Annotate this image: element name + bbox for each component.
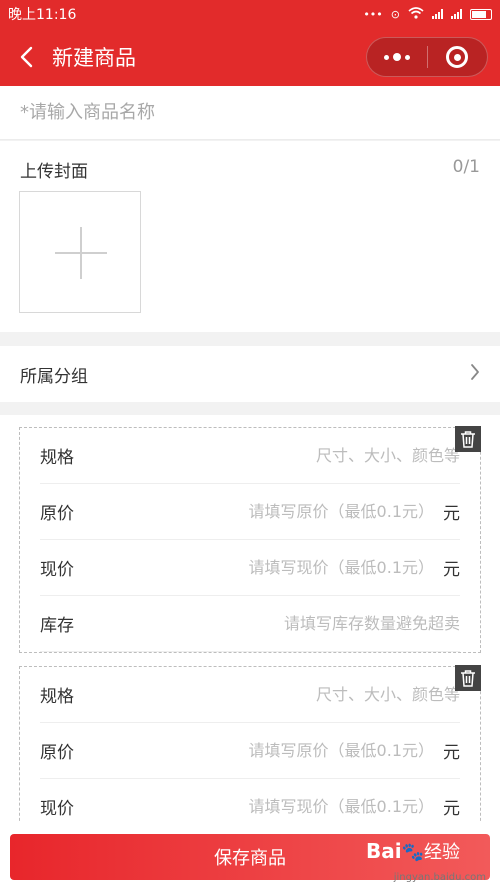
close-target-icon <box>446 46 469 68</box>
spec-input[interactable] <box>100 446 460 465</box>
status-icons: ••• ⊙ <box>363 6 492 22</box>
stock-input[interactable] <box>100 614 460 633</box>
spec-row: 规格 <box>40 428 460 484</box>
status-bar: 晚上11:16 ••• ⊙ <box>0 0 500 28</box>
spec-card: 规格 原价 元 现价 元 库存 <box>19 426 481 653</box>
bottom-bar: 保存商品 Bai🐾经验 jingyan.baidu.com <box>0 822 500 889</box>
status-time: 晚上11:16 <box>8 7 77 23</box>
nav-bar: 新建商品 <box>0 28 500 86</box>
plus-icon <box>55 227 107 279</box>
watermark-brand: Bai <box>365 839 402 863</box>
sync-icon: ⊙ <box>390 7 400 21</box>
cover-label: 上传封面 <box>20 162 88 182</box>
original-price-unit: 元 <box>443 504 460 524</box>
cover-upload-button[interactable] <box>19 191 141 313</box>
group-row[interactable]: 所属分组 <box>0 346 500 402</box>
current-price-label: 现价 <box>40 560 74 580</box>
chevron-right-icon <box>470 363 480 385</box>
back-arrow-icon[interactable] <box>6 28 46 86</box>
spec-row: 规格 <box>40 667 460 723</box>
notification-dots-icon: ••• <box>363 7 383 21</box>
mini-program-capsule <box>366 37 488 77</box>
close-button[interactable] <box>428 38 488 76</box>
stock-label: 库存 <box>40 616 74 636</box>
specs-area: 规格 原价 元 现价 元 库存 规格 原价 元 <box>0 415 500 835</box>
product-name-row <box>0 86 500 140</box>
trash-icon <box>461 431 475 448</box>
signal-icon-2 <box>451 9 462 19</box>
signal-icon <box>432 9 443 19</box>
original-price-input[interactable] <box>100 741 434 760</box>
current-price-input[interactable] <box>100 797 434 816</box>
baidu-watermark: Bai🐾经验 <box>366 838 460 864</box>
original-price-label: 原价 <box>40 504 74 524</box>
original-price-row: 原价 元 <box>40 484 460 540</box>
stock-row: 库存 <box>40 596 460 652</box>
original-price-label: 原价 <box>40 743 74 763</box>
page-title: 新建商品 <box>52 46 136 70</box>
spec-label: 规格 <box>40 448 74 468</box>
delete-spec-button[interactable] <box>455 426 481 452</box>
more-button[interactable] <box>367 38 427 76</box>
current-price-unit: 元 <box>443 560 460 580</box>
trash-icon <box>461 670 475 687</box>
cover-count: 0/1 <box>452 157 480 177</box>
watermark-brand2: 经验 <box>424 842 460 863</box>
paw-icon: 🐾 <box>401 842 424 863</box>
spec-card: 规格 原价 元 现价 元 <box>19 665 481 835</box>
group-label: 所属分组 <box>20 366 88 387</box>
current-price-label: 现价 <box>40 799 74 819</box>
more-dots-icon <box>383 53 410 61</box>
battery-icon <box>470 8 492 20</box>
current-price-row: 现价 元 <box>40 540 460 596</box>
current-price-unit: 元 <box>443 799 460 819</box>
spec-label: 规格 <box>40 687 74 707</box>
wifi-icon <box>408 6 424 22</box>
original-price-input[interactable] <box>100 502 434 521</box>
delete-spec-button[interactable] <box>455 665 481 691</box>
cover-section: 上传封面 0/1 <box>0 141 500 332</box>
original-price-row: 原价 元 <box>40 723 460 779</box>
spec-input[interactable] <box>100 685 460 704</box>
current-price-input[interactable] <box>100 558 434 577</box>
original-price-unit: 元 <box>443 743 460 763</box>
watermark-url: jingyan.baidu.com <box>393 872 486 883</box>
product-name-input[interactable] <box>20 102 480 123</box>
